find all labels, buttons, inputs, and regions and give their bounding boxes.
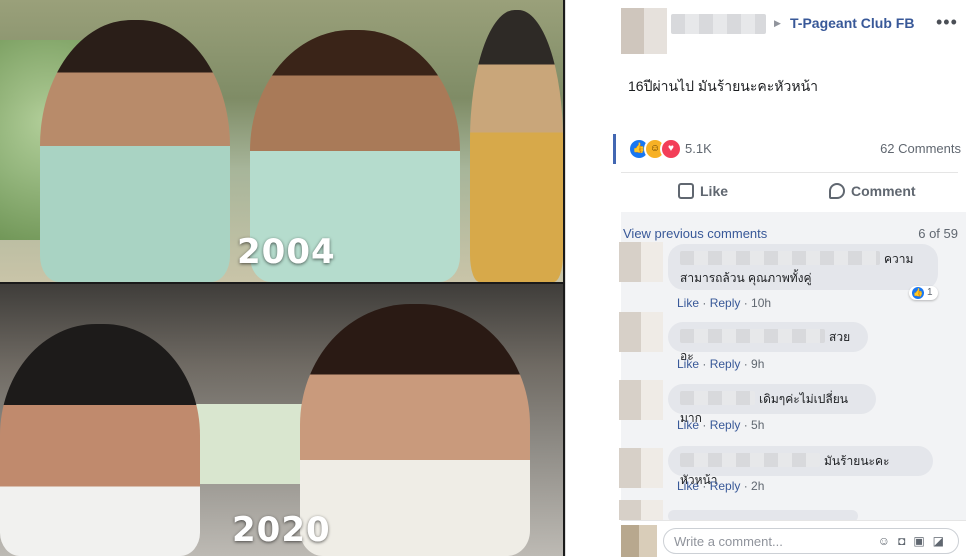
comment-thread: View previous comments 6 of 59 ความ สามา… — [619, 212, 966, 556]
comment-button[interactable]: Comment — [829, 183, 916, 199]
comment-bubble: มันร้ายนะคะหัวหน้า — [668, 446, 933, 487]
commenter-name-blurred[interactable] — [680, 329, 825, 343]
photo-2020-panel: 2020 — [0, 284, 563, 556]
speech-bubble-icon — [829, 183, 845, 199]
comment-bubble: สวยอะ — [668, 322, 868, 363]
comment-position: 6 of 59 — [918, 226, 958, 241]
camera-icon[interactable]: ◘ — [898, 534, 913, 548]
view-previous-comments-link[interactable]: View previous comments — [623, 226, 767, 241]
thumbs-up-icon — [678, 183, 694, 199]
post-header: ▶ T-Pageant Club FB ••• — [566, 0, 967, 55]
comment-meta: Like · Reply · 9h — [677, 357, 765, 371]
reaction-count[interactable]: 5.1K — [685, 141, 712, 156]
comment-reply-link[interactable]: Reply — [710, 357, 741, 371]
comment-composer: Write a comment... ☺◘▣◪ — [621, 520, 966, 557]
comment-time: 5h — [751, 418, 765, 432]
emoji-icon[interactable]: ☺ — [878, 534, 898, 548]
current-user-avatar — [621, 525, 657, 557]
comment-reply-link[interactable]: Reply — [710, 418, 741, 432]
person-left-2004 — [40, 20, 230, 282]
commenter-name-blurred[interactable] — [680, 251, 880, 265]
comment-input[interactable]: Write a comment... ☺◘▣◪ — [663, 528, 959, 554]
person-left-2020 — [0, 324, 200, 556]
comment-bubble: เดิมๆค่ะไม่เปลี่ยนมาก — [668, 384, 876, 425]
comment-avatar[interactable] — [619, 500, 663, 520]
person-right-2020 — [300, 304, 530, 556]
comment-reply-link[interactable]: Reply — [710, 479, 741, 493]
post-actions-bar: Like Comment — [621, 172, 958, 214]
comment-avatar[interactable] — [619, 242, 663, 282]
comment-time: 10h — [751, 296, 772, 310]
gif-icon[interactable]: ▣ — [913, 534, 932, 548]
comment-like-count: 1 — [927, 287, 933, 298]
year-label-bottom: 2020 — [232, 510, 331, 550]
comment-meta: Like · Reply · 5h — [677, 418, 765, 432]
comment-reply-link[interactable]: Reply — [710, 296, 741, 310]
comment-count-link[interactable]: 62 Comments — [880, 141, 961, 156]
comment-avatar[interactable] — [619, 448, 663, 488]
comment-button-label: Comment — [851, 183, 916, 199]
author-name-blurred[interactable] — [671, 14, 766, 34]
more-options-icon[interactable]: ••• — [936, 12, 958, 33]
comment-text: ความ — [884, 252, 914, 266]
shared-to-arrow-icon: ▶ — [774, 18, 781, 28]
year-label-top: 2004 — [237, 232, 336, 272]
comment-meta: Like · Reply · 10h — [677, 296, 772, 310]
commenter-name-blurred[interactable] — [680, 391, 755, 405]
comment-like-link[interactable]: Like — [677, 296, 699, 310]
comment-like-link[interactable]: Like — [677, 479, 699, 493]
post-photo[interactable]: 2004 2020 — [0, 0, 565, 556]
like-button[interactable]: Like — [678, 183, 728, 199]
comment-avatar[interactable] — [619, 312, 663, 352]
composer-icons: ☺◘▣◪ — [878, 534, 952, 548]
comment-like-badge[interactable]: 👍 1 — [909, 286, 938, 300]
comment-bubble: ความ สามารถล้วน คุณภาพทั้งคู่ — [668, 244, 938, 290]
comment-input-placeholder: Write a comment... — [674, 534, 783, 549]
commenter-name-blurred[interactable] — [680, 453, 820, 467]
person-background-2004 — [470, 10, 563, 282]
like-reaction-icon: 👍 — [912, 287, 924, 299]
comment-time: 9h — [751, 357, 765, 371]
comment-like-link[interactable]: Like — [677, 418, 699, 432]
love-reaction-icon[interactable]: ♥ — [660, 138, 682, 160]
comment-avatar[interactable] — [619, 380, 663, 420]
facebook-post-panel: ▶ T-Pageant Club FB ••• 16ปีผ่านไป มันร้… — [565, 0, 967, 557]
post-caption: 16ปีผ่านไป มันร้ายนะคะหัวหน้า — [628, 78, 819, 94]
comment-text-line2: สามารถล้วน คุณภาพทั้งคู่ — [680, 271, 812, 285]
comment-like-link[interactable]: Like — [677, 357, 699, 371]
like-button-label: Like — [700, 183, 729, 199]
comment-meta: Like · Reply · 2h — [677, 479, 765, 493]
reactions-summary: 👍 ☺ ♥ 5.1K 62 Comments — [613, 134, 961, 164]
sticker-icon[interactable]: ◪ — [933, 534, 952, 548]
photo-2004-panel: 2004 — [0, 0, 563, 282]
author-avatar[interactable] — [621, 8, 667, 54]
comment-time: 2h — [751, 479, 765, 493]
page-name-link[interactable]: T-Pageant Club FB — [790, 15, 914, 31]
